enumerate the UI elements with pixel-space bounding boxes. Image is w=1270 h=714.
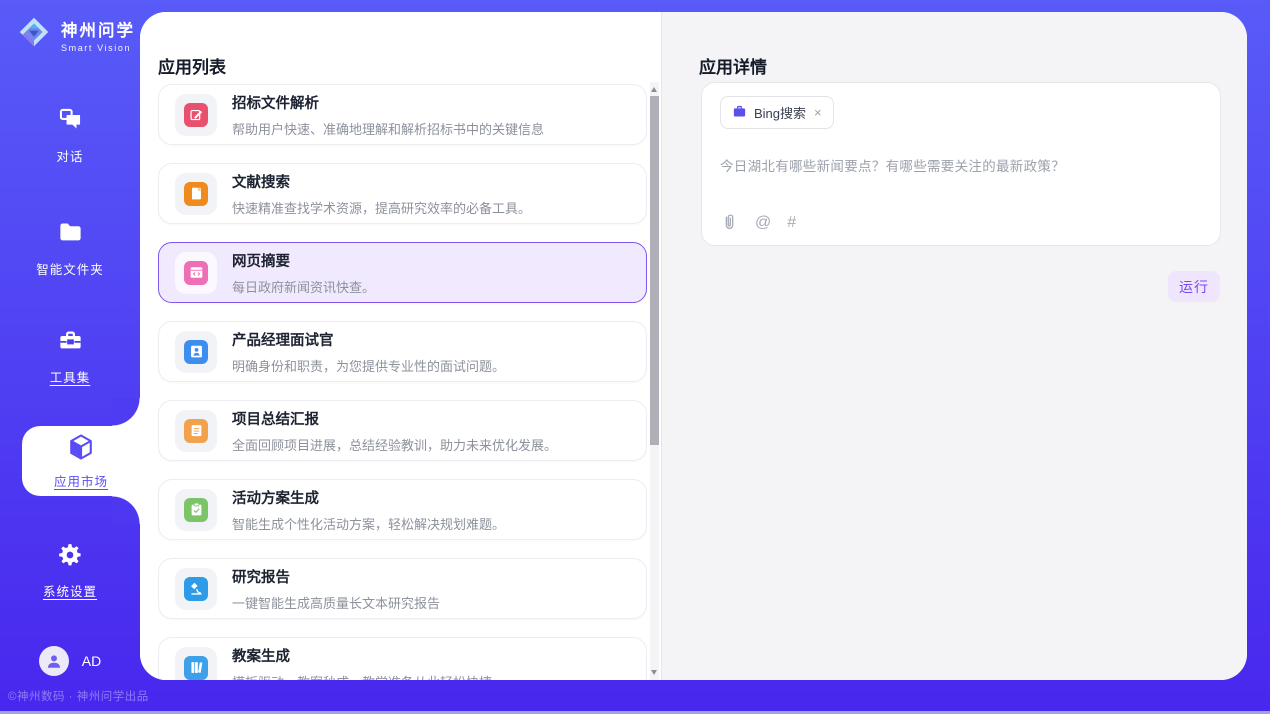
tool-chip-bing-search[interactable]: Bing搜索 ×: [720, 96, 834, 129]
sidebar-item-smart-folder[interactable]: 智能文件夹: [0, 219, 140, 278]
app-list: 招标文件解析 帮助用户快速、准确地理解和解析招标书中的关键信息 文献搜索 快速精…: [158, 84, 647, 680]
app-item-title: 活动方案生成: [232, 487, 505, 508]
scrollbar-thumb[interactable]: [650, 96, 659, 445]
prompt-card[interactable]: Bing搜索 × 今日湖北有哪些新闻要点？有哪些需要关注的最新政策？ @ #: [701, 82, 1221, 246]
copyright-text: ©神州数码 · 神州问学出品: [8, 688, 149, 704]
sidebar-item-chat[interactable]: 对话: [0, 106, 140, 165]
app-item-description: 智能生成个性化活动方案，轻松解决规划难题。: [232, 514, 505, 533]
app-item-description: 快速精准查找学术资源，提高研究效率的必备工具。: [232, 198, 531, 217]
attachment-toolbar: @ #: [720, 213, 796, 232]
app-item-title: 产品经理面试官: [232, 329, 505, 350]
user-account[interactable]: AD: [0, 646, 140, 676]
app-item-description: 明确身份和职责，为您提供专业性的面试问题。: [232, 356, 505, 375]
book-icon: [184, 182, 208, 206]
app-item-title: 研究报告: [232, 566, 440, 587]
prompt-input[interactable]: 今日湖北有哪些新闻要点？有哪些需要关注的最新政策？: [720, 155, 1202, 175]
sidebar-nav: 对话 智能文件夹 工具集 应用市场 系统设置: [0, 0, 140, 714]
app-list-item[interactable]: 网页摘要 每日政府新闻资讯快查。: [158, 242, 647, 303]
user-initials: AD: [82, 653, 101, 669]
sidebar-item-app-market[interactable]: 应用市场: [22, 426, 140, 496]
app-list-item[interactable]: 产品经理面试官 明确身份和职责，为您提供专业性的面试问题。: [158, 321, 647, 382]
app-item-description: 全面回顾项目进展，总结经验教训，助力未来优化发展。: [232, 435, 557, 454]
clipboard-check-icon: [184, 498, 208, 522]
app-list-item[interactable]: 招标文件解析 帮助用户快速、准确地理解和解析招标书中的关键信息: [158, 84, 647, 145]
app-item-title: 项目总结汇报: [232, 408, 557, 429]
app-item-title: 教案生成: [232, 645, 492, 666]
close-icon[interactable]: ×: [814, 105, 822, 120]
cube-icon: [66, 432, 96, 467]
sidebar: 神州问学 Smart Vision 对话 智能文件夹 工具集 应用市场 系统设置…: [0, 0, 140, 714]
app-item-title: 网页摘要: [232, 250, 375, 271]
app-item-description: 模板驱动，教案秒成，教学准备从此轻松快捷: [232, 672, 492, 681]
sidebar-item-label: 智能文件夹: [36, 259, 104, 278]
sidebar-item-label: 对话: [56, 146, 83, 165]
scroll-down-icon[interactable]: [651, 670, 657, 675]
report-note-icon: [184, 419, 208, 443]
app-list-item[interactable]: 项目总结汇报 全面回顾项目进展，总结经验教训，助力未来优化发展。: [158, 400, 647, 461]
app-detail-title: 应用详情: [699, 53, 767, 78]
toolbox-icon: [57, 327, 84, 359]
app-item-description: 一键智能生成高质量长文本研究报告: [232, 593, 440, 612]
sidebar-item-label: 工具集: [50, 367, 91, 386]
app-list-item[interactable]: 文献搜索 快速精准查找学术资源，提高研究效率的必备工具。: [158, 163, 647, 224]
microscope-icon: [184, 577, 208, 601]
main-content: 应用列表 招标文件解析 帮助用户快速、准确地理解和解析招标书中的关键信息 文献搜…: [140, 12, 1247, 680]
app-item-description: 帮助用户快速、准确地理解和解析招标书中的关键信息: [232, 119, 544, 138]
app-list-item[interactable]: 教案生成 模板驱动，教案秒成，教学准备从此轻松快捷: [158, 637, 647, 680]
sidebar-item-system-settings[interactable]: 系统设置: [0, 542, 140, 600]
gear-icon: [57, 542, 83, 573]
app-item-title: 文献搜索: [232, 171, 531, 192]
run-button[interactable]: 运行: [1168, 271, 1220, 302]
app-list-item[interactable]: 活动方案生成 智能生成个性化活动方案，轻松解决规划难题。: [158, 479, 647, 540]
pencil-edit-icon: [184, 103, 208, 127]
sidebar-item-label: 系统设置: [43, 581, 97, 600]
app-list-pane: 应用列表 招标文件解析 帮助用户快速、准确地理解和解析招标书中的关键信息 文献搜…: [140, 12, 662, 680]
sidebar-item-toolset[interactable]: 工具集: [0, 327, 140, 386]
tool-chip-label: Bing搜索: [754, 103, 806, 122]
books-icon: [184, 656, 208, 680]
app-detail-pane: 应用详情 Bing搜索 × 今日湖北有哪些新闻要点？有哪些需要关注的最新政策？ …: [662, 12, 1247, 680]
hash-tag-icon[interactable]: #: [787, 214, 796, 232]
scrollbar[interactable]: [650, 82, 659, 680]
chat-icon: [57, 106, 84, 138]
folder-icon: [57, 219, 84, 251]
briefcase-icon: [732, 104, 747, 122]
interviewer-icon: [184, 340, 208, 364]
avatar: [39, 646, 69, 676]
paperclip-icon[interactable]: [720, 213, 739, 232]
scroll-up-icon[interactable]: [651, 87, 657, 92]
at-mention-icon[interactable]: @: [755, 214, 771, 232]
app-item-title: 招标文件解析: [232, 92, 544, 113]
sidebar-item-label: 应用市场: [54, 471, 108, 490]
app-item-description: 每日政府新闻资讯快查。: [232, 277, 375, 296]
app-list-title: 应用列表: [158, 53, 226, 78]
app-list-item[interactable]: 研究报告 一键智能生成高质量长文本研究报告: [158, 558, 647, 619]
browser-code-icon: [184, 261, 208, 285]
